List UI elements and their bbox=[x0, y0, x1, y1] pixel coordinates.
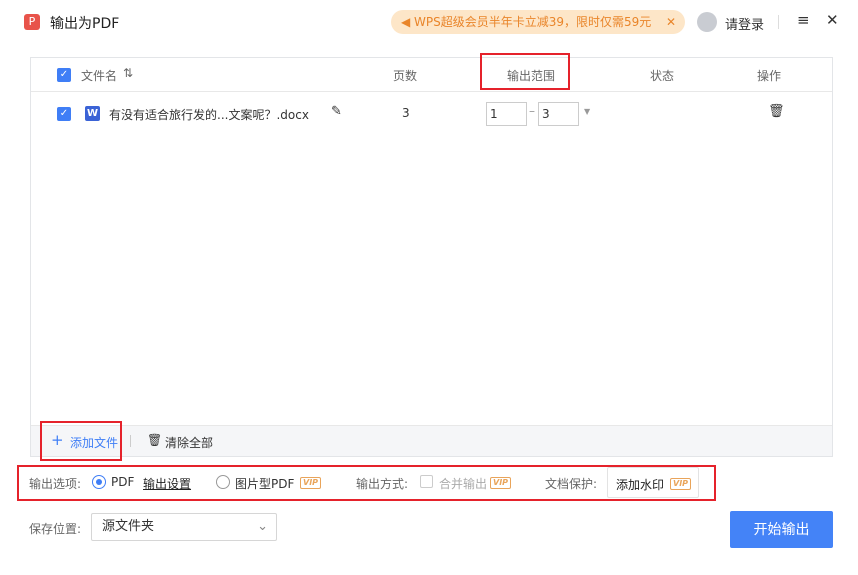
delete-icon[interactable]: 🗑 bbox=[768, 104, 785, 119]
range-to-input[interactable]: 3 bbox=[538, 102, 579, 126]
window-title: 输出为PDF bbox=[50, 16, 120, 32]
start-export-button[interactable]: 开始输出 bbox=[730, 511, 833, 548]
login-link[interactable]: 请登录 bbox=[725, 14, 764, 33]
app-logo: P bbox=[24, 14, 40, 30]
header-pages: 页数 bbox=[393, 69, 418, 83]
range-separator: – bbox=[529, 104, 535, 118]
divider bbox=[778, 15, 779, 29]
header-filename[interactable]: 文件名 bbox=[81, 67, 117, 84]
divider bbox=[130, 435, 131, 447]
output-method-label: 输出方式: bbox=[356, 477, 409, 491]
trash-icon: 🗑 bbox=[147, 433, 163, 447]
merge-checkbox[interactable] bbox=[420, 475, 433, 488]
header-actions: 操作 bbox=[757, 69, 782, 83]
select-all-checkbox[interactable]: ✓ bbox=[57, 68, 71, 82]
file-table: ✓ 文件名 ⇅ 页数 输出范围 状态 操作 ✓ W 有没有适合旅行发的...文案… bbox=[30, 57, 833, 457]
edit-icon[interactable]: ✎ bbox=[331, 104, 342, 119]
chevron-down-icon: ⌄ bbox=[257, 519, 268, 534]
row-checkbox[interactable]: ✓ bbox=[57, 107, 71, 121]
page-count: 3 bbox=[402, 106, 410, 120]
image-pdf-radio[interactable] bbox=[216, 475, 230, 489]
vip-badge: VIP bbox=[300, 477, 322, 489]
output-options-label: 输出选项: bbox=[29, 477, 82, 491]
table-header: ✓ 文件名 ⇅ 页数 输出范围 状态 操作 bbox=[31, 58, 832, 92]
pdf-label: PDF bbox=[111, 475, 135, 489]
promo-banner[interactable]: ◀ WPS超级会员半年卡立减39，限时仅需59元 ✕ bbox=[391, 10, 685, 34]
menu-icon[interactable]: ≡ bbox=[797, 11, 810, 29]
file-name: 有没有适合旅行发的...文案呢？.docx bbox=[109, 108, 309, 122]
table-row: ✓ W 有没有适合旅行发的...文案呢？.docx ✎ 3 1 – 3 ▼ 🗑 bbox=[31, 93, 832, 135]
output-settings-link[interactable]: 输出设置 bbox=[143, 475, 191, 492]
range-dropdown-icon[interactable]: ▼ bbox=[584, 107, 590, 116]
save-location-select[interactable]: 源文件夹 ⌄ bbox=[91, 513, 277, 541]
speaker-icon: ◀ bbox=[401, 15, 415, 29]
add-watermark-label: 添加水印 bbox=[616, 478, 665, 492]
highlight-range-header bbox=[480, 53, 570, 90]
header-status: 状态 bbox=[650, 69, 675, 83]
save-location-label: 保存位置: bbox=[29, 522, 82, 536]
merge-label: 合并输出 bbox=[439, 477, 488, 491]
image-pdf-label: 图片型PDF bbox=[235, 477, 295, 491]
range-from-input[interactable]: 1 bbox=[486, 102, 527, 126]
save-location-value: 源文件夹 bbox=[102, 519, 155, 534]
close-promo-icon[interactable]: ✕ bbox=[666, 10, 676, 34]
pdf-radio[interactable] bbox=[92, 475, 106, 489]
close-icon[interactable]: ✕ bbox=[826, 11, 839, 29]
word-file-icon: W bbox=[85, 106, 100, 121]
clear-all-button[interactable]: 清除全部 bbox=[165, 434, 213, 451]
table-footer: + 添加文件 🗑 清除全部 bbox=[31, 425, 832, 456]
promo-text: WPS超级会员半年卡立减39，限时仅需59元 bbox=[414, 15, 652, 29]
highlight-add-file bbox=[40, 421, 122, 461]
add-watermark-button[interactable]: 添加水印 VIP bbox=[607, 467, 699, 498]
avatar[interactable] bbox=[697, 12, 717, 32]
doc-protect-label: 文档保护: bbox=[545, 477, 598, 491]
sort-icon[interactable]: ⇅ bbox=[123, 66, 133, 80]
vip-badge: VIP bbox=[670, 478, 692, 490]
vip-badge: VIP bbox=[490, 477, 512, 489]
